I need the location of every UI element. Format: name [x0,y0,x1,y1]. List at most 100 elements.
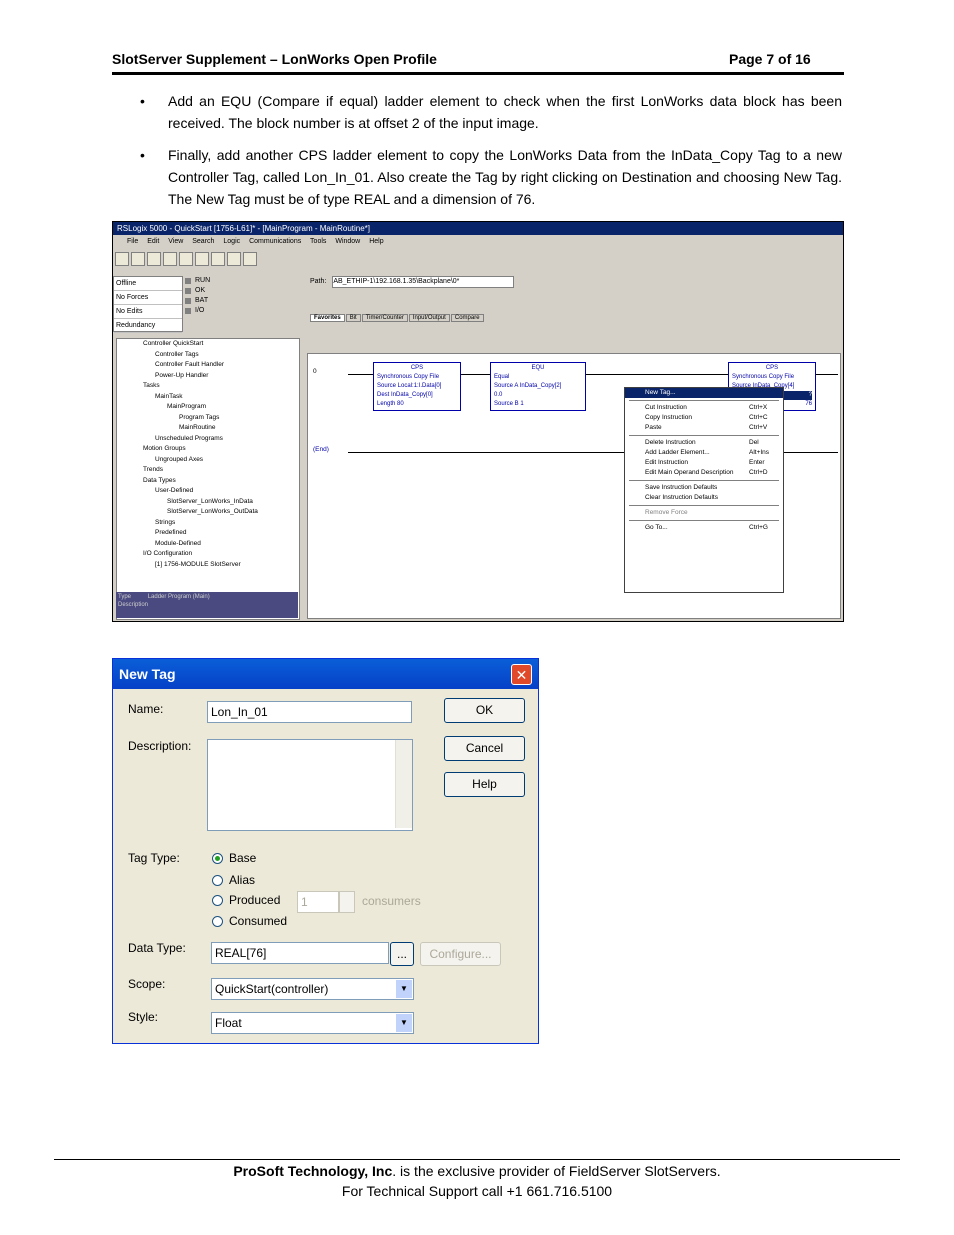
menu-file[interactable]: File [127,238,138,245]
stepper-arrows-icon[interactable] [339,891,355,913]
cps-instruction-1[interactable]: CPS Synchronous Copy File Source Local:1… [373,362,461,411]
data-type-field[interactable]: REAL[76] [211,942,389,964]
redo-icon[interactable] [243,252,257,266]
menu-item-save-defaults[interactable]: Save Instruction Defaults [625,483,783,493]
tab-favorites[interactable]: Favorites [310,314,345,322]
scope-select[interactable]: QuickStart(controller) ▼ [211,978,414,1000]
tree-item[interactable]: Controller QuickStart [117,339,299,350]
prop-type-label: Type [118,594,132,600]
tree-item[interactable]: Tasks [117,381,299,392]
menu-edit[interactable]: Edit [147,238,159,245]
copy-icon[interactable] [195,252,209,266]
open-icon[interactable] [131,252,145,266]
menu-separator [629,400,779,401]
menu-item-delete[interactable]: Delete Instruction Del [625,438,783,448]
name-field[interactable]: Lon_In_01 [207,701,412,723]
menu-help[interactable]: Help [369,238,383,245]
menu-item-paste[interactable]: Paste Ctrl+V [625,423,783,433]
tree-item-selected[interactable]: MainRoutine [117,423,299,434]
tree-item[interactable]: Module-Defined [117,539,299,550]
browse-button[interactable]: ... [390,942,414,966]
menu-item-go-to[interactable]: Go To... Ctrl+G [625,523,783,533]
new-tag-dialog: New Tag ✕ Name: Lon_In_01 Description: O… [112,658,539,1044]
radio-alias[interactable]: Alias [212,873,255,887]
new-icon[interactable] [115,252,129,266]
menu-item-new-tag[interactable]: New Tag... [625,388,783,398]
radio-base[interactable]: Base [212,851,256,865]
description-field[interactable] [207,739,413,831]
tree-item[interactable]: Strings [117,518,299,529]
menu-logic[interactable]: Logic [223,238,240,245]
menu-tools[interactable]: Tools [310,238,326,245]
menu-item-add-ladder[interactable]: Add Ladder Element... Alt+Ins [625,448,783,458]
tree-item[interactable]: Program Tags [117,413,299,424]
led-ok: OK [181,286,291,296]
menu-item-cut[interactable]: Cut Instruction Ctrl+X [625,403,783,413]
menu-item-edit-instruction[interactable]: Edit Instruction Enter [625,458,783,468]
radio-label: Produced [229,893,281,907]
menu-communications[interactable]: Communications [249,238,301,245]
radio-selected-icon[interactable] [212,853,223,865]
tab-bit[interactable]: Bit [345,314,361,322]
radio-icon[interactable] [212,895,223,907]
radio-icon[interactable] [212,875,223,887]
tree-item[interactable]: Trends [117,465,299,476]
tree-item[interactable]: I/O Configuration [117,549,299,560]
print-icon[interactable] [163,252,177,266]
menu-item-copy[interactable]: Copy Instruction Ctrl+C [625,413,783,423]
menu-item-label: Delete Instruction [645,439,696,446]
cancel-button[interactable]: Cancel [444,736,525,761]
tree-item[interactable]: User-Defined [117,486,299,497]
ok-button[interactable]: OK [444,698,525,723]
menu-search[interactable]: Search [192,238,214,245]
undo-icon[interactable] [227,252,241,266]
consumers-stepper[interactable]: 1 [297,891,339,913]
consumers-label: consumers [362,894,421,908]
tree-item[interactable]: Motion Groups [117,444,299,455]
menu-item-clear-defaults[interactable]: Clear Instruction Defaults [625,493,783,503]
equ-instruction[interactable]: EQU Equal Source A InData_Copy[2] 0.0 So… [490,362,586,411]
radio-produced[interactable]: Produced [212,893,280,907]
save-icon[interactable] [147,252,161,266]
tree-item[interactable]: Controller Fault Handler [117,360,299,371]
tree-item[interactable]: SlotServer_LonWorks_OutData [117,507,299,518]
tree-item[interactable]: Ungrouped Axes [117,455,299,466]
tree-item[interactable]: Controller Tags [117,350,299,361]
prop-description-label: Description [118,602,149,608]
tree-item[interactable]: MainTask [117,392,299,403]
menu-item-edit-description[interactable]: Edit Main Operand Description Ctrl+D [625,468,783,478]
radio-consumed[interactable]: Consumed [212,914,287,928]
end-rung: (End) [313,446,329,453]
menu-window[interactable]: Window [335,238,360,245]
menu-separator [629,505,779,506]
path-dropdown[interactable]: AB_ETHIP-1\192.168.1.35\Backplane\0* [332,276,515,288]
tree-item[interactable]: MainProgram [117,402,299,413]
tree-item[interactable]: [1] 1756-MODULE SlotServer [117,560,299,571]
tree-item[interactable]: Power-Up Handler [117,371,299,382]
instr-line: Equal [494,374,510,380]
chevron-down-icon[interactable]: ▼ [396,980,412,998]
tab-timer-counter[interactable]: Timer/Counter [361,314,408,322]
tree-item[interactable]: Predefined [117,528,299,539]
scope-value: QuickStart(controller) [215,982,329,996]
description-scrollbar[interactable] [395,740,412,828]
tree-item[interactable]: Data Types [117,476,299,487]
tab-input-output[interactable]: Input/Output [408,314,450,322]
tree-item[interactable]: SlotServer_LonWorks_InData [117,497,299,508]
radio-icon[interactable] [212,916,223,928]
menu-view[interactable]: View [168,238,183,245]
paste-icon[interactable] [211,252,225,266]
radio-label: Alias [229,873,256,887]
instr-line: Source B 1 [494,401,524,407]
tree-item[interactable]: Unscheduled Programs [117,434,299,445]
configure-button[interactable]: Configure... [420,942,501,966]
cut-icon[interactable] [179,252,193,266]
controller-status-panel: Offline No Forces No Edits Redundancy [113,276,183,333]
close-icon[interactable]: ✕ [511,664,532,685]
help-button[interactable]: Help [444,772,525,797]
menu-item-remove-force[interactable]: Remove Force [625,508,783,518]
chevron-down-icon[interactable]: ▼ [396,1014,412,1032]
tab-compare[interactable]: Compare [450,314,484,322]
style-select[interactable]: Float ▼ [211,1012,414,1034]
rslogix-screenshot: RSLogix 5000 - QuickStart [1756-L61]* - … [112,221,844,622]
